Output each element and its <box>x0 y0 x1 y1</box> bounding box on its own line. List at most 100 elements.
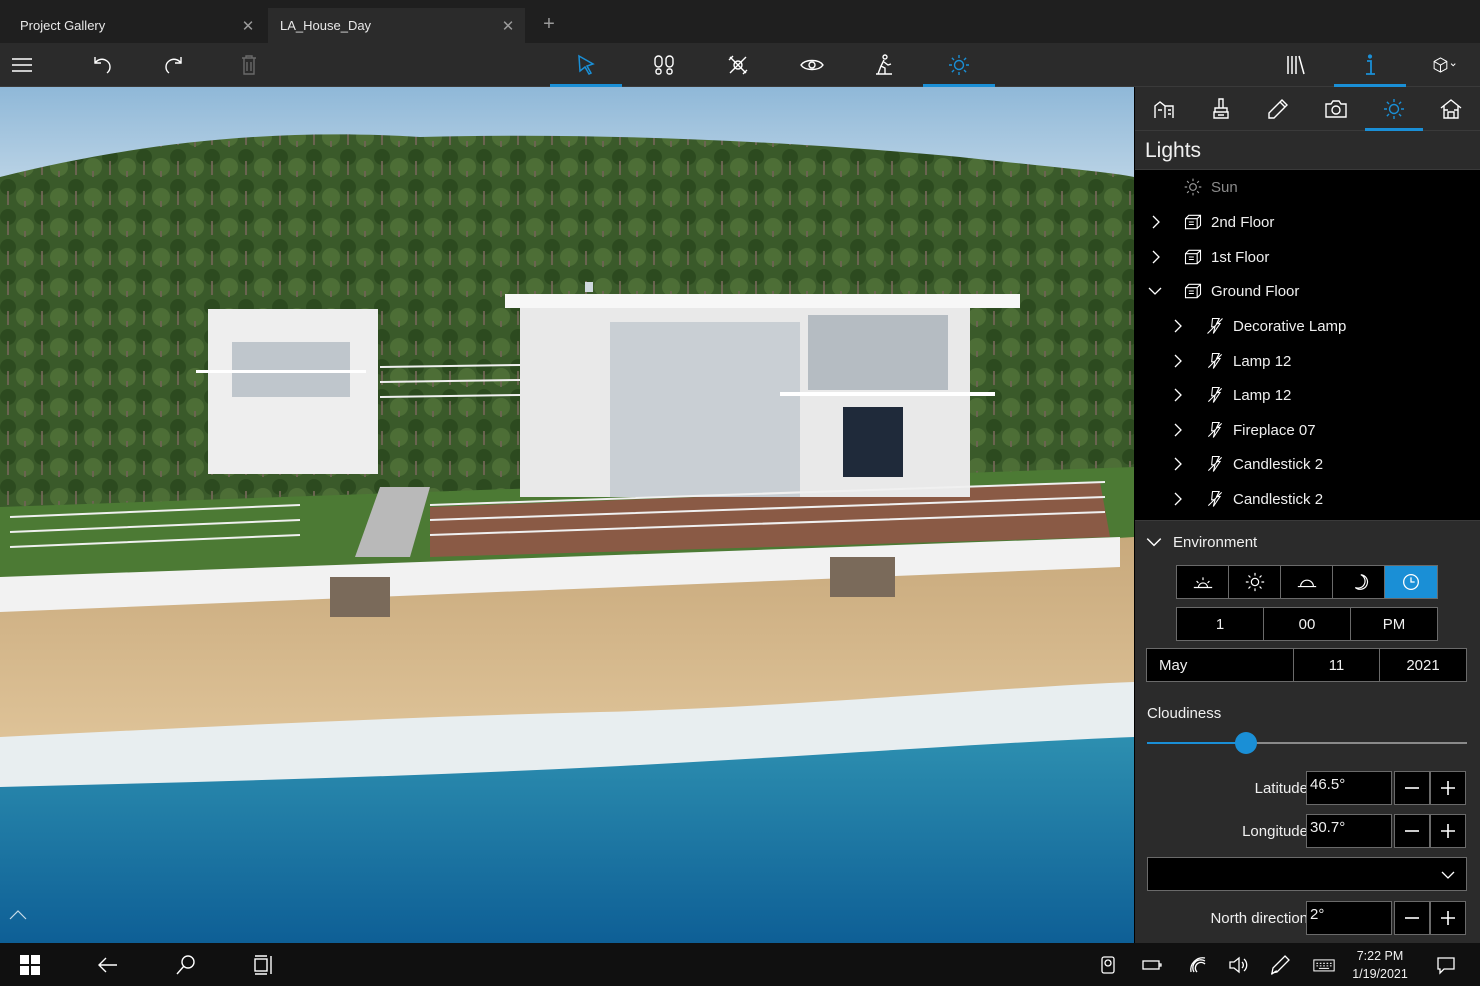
latitude-input[interactable]: 46.5° <box>1306 771 1392 805</box>
preset-sunrise-button[interactable] <box>1177 566 1229 598</box>
chevron-down-icon[interactable] <box>1147 283 1163 299</box>
floor-icon <box>1184 249 1202 265</box>
people-button[interactable] <box>1094 943 1122 986</box>
tools-button[interactable] <box>702 43 774 87</box>
latitude-increment-button[interactable] <box>1430 771 1466 805</box>
preset-custom-time-button[interactable] <box>1385 566 1437 598</box>
day-field[interactable]: 11 <box>1294 649 1380 681</box>
search-button[interactable] <box>156 943 216 986</box>
tab-house[interactable] <box>1422 87 1480 131</box>
wifi-icon <box>1190 956 1206 972</box>
minute-field[interactable]: 00 <box>1264 608 1351 640</box>
tree-item-candlestick-2[interactable]: Candlestick 2 <box>1135 482 1480 516</box>
tree-item-2nd-floor[interactable]: 2nd Floor <box>1135 205 1480 239</box>
north-increment-button[interactable] <box>1430 901 1466 935</box>
floor-icon <box>1184 214 1202 230</box>
walkthrough-button[interactable] <box>848 43 920 87</box>
taskbar-clock[interactable]: 7:22 PM 1/19/2021 <box>1340 947 1420 983</box>
redo-button[interactable] <box>138 43 210 87</box>
touch-keyboard-button[interactable] <box>1308 943 1340 986</box>
tab-edit[interactable] <box>1249 87 1307 131</box>
view-button[interactable] <box>776 43 848 87</box>
pen-workspace-button[interactable] <box>1266 943 1294 986</box>
tab-paint[interactable] <box>1192 87 1250 131</box>
chevron-right-icon[interactable] <box>1170 456 1186 472</box>
start-button[interactable] <box>0 943 60 986</box>
north-decrement-button[interactable] <box>1394 901 1430 935</box>
north-direction-input[interactable]: 2° <box>1306 901 1392 935</box>
chevron-right-icon[interactable] <box>1170 387 1186 403</box>
tree-item-label: 2nd Floor <box>1211 213 1275 231</box>
chevron-right-icon[interactable] <box>1148 249 1164 265</box>
tab-camera[interactable] <box>1307 87 1365 131</box>
tree-item-label: 1st Floor <box>1211 248 1270 266</box>
menu-button[interactable] <box>0 43 58 87</box>
chevron-right-icon[interactable] <box>1170 491 1186 507</box>
location-dropdown[interactable] <box>1147 857 1467 891</box>
month-field[interactable]: May <box>1147 649 1294 681</box>
latitude-decrement-button[interactable] <box>1394 771 1430 805</box>
new-tab-button[interactable]: + <box>535 10 563 38</box>
preset-night-button[interactable] <box>1333 566 1385 598</box>
preset-sunset-button[interactable] <box>1281 566 1333 598</box>
chevron-right-icon[interactable] <box>1170 318 1186 334</box>
lighting-button[interactable] <box>923 43 995 87</box>
ampm-field[interactable]: PM <box>1351 608 1437 640</box>
undo-button[interactable] <box>66 43 138 87</box>
cloudiness-slider[interactable] <box>1147 732 1467 754</box>
battery-button[interactable] <box>1138 943 1166 986</box>
scene-render <box>0 87 1134 943</box>
tree-item-label: Lamp 12 <box>1233 386 1292 404</box>
task-view-icon <box>254 954 272 975</box>
select-tool-button[interactable] <box>550 43 622 87</box>
task-view-button[interactable] <box>234 943 294 986</box>
properties-panel: Lights Sun 2nd Floor 1st Floor Ground Fl… <box>1135 87 1480 943</box>
preset-day-button[interactable] <box>1229 566 1281 598</box>
tab-close-icon[interactable]: ✕ <box>231 17 265 35</box>
redo-icon <box>165 57 182 74</box>
battery-icon <box>1142 959 1162 970</box>
tree-item-ground-floor[interactable]: Ground Floor <box>1135 274 1480 308</box>
environment-expander[interactable]: Environment <box>1145 533 1257 551</box>
network-button[interactable] <box>1184 943 1212 986</box>
cube-view-icon <box>1433 57 1456 73</box>
delete-button[interactable] <box>213 43 285 87</box>
library-button[interactable] <box>1260 43 1332 87</box>
tree-item-1st-floor[interactable]: 1st Floor <box>1135 240 1480 274</box>
longitude-decrement-button[interactable] <box>1394 814 1430 848</box>
paint-roller-icon <box>1213 98 1229 119</box>
chevron-right-icon[interactable] <box>1170 353 1186 369</box>
tab-la-house-day[interactable]: LA_House_Day ✕ <box>268 8 525 43</box>
action-center-button[interactable] <box>1430 943 1462 986</box>
tab-furniture[interactable] <box>1135 87 1193 131</box>
tree-item-decorative-lamp[interactable]: Decorative Lamp <box>1135 309 1480 343</box>
chevron-right-icon[interactable] <box>1170 422 1186 438</box>
year-field[interactable]: 2021 <box>1380 649 1466 681</box>
3d-viewport[interactable] <box>0 87 1134 943</box>
walk-person-icon <box>876 54 892 75</box>
hour-field[interactable]: 1 <box>1177 608 1264 640</box>
longitude-increment-button[interactable] <box>1430 814 1466 848</box>
longitude-input[interactable]: 30.7° <box>1306 814 1392 848</box>
tab-lights[interactable] <box>1365 87 1423 131</box>
chevron-right-icon[interactable] <box>1148 214 1164 230</box>
select-cursor-icon <box>578 54 595 75</box>
tree-item-lamp-12[interactable]: Lamp 12 <box>1135 344 1480 378</box>
volume-button[interactable] <box>1224 943 1252 986</box>
tab-project-gallery[interactable]: Project Gallery ✕ <box>8 8 265 43</box>
tree-item-sun[interactable]: Sun <box>1135 170 1480 204</box>
chevron-down-icon <box>1146 538 1162 547</box>
cloudiness-slider-thumb[interactable] <box>1235 732 1257 754</box>
tab-label: LA_House_Day <box>280 18 372 33</box>
tree-item-lamp-12[interactable]: Lamp 12 <box>1135 378 1480 412</box>
tab-close-icon[interactable]: ✕ <box>491 17 525 35</box>
plus-icon <box>1441 911 1455 925</box>
view-mode-dropdown[interactable] <box>1408 43 1480 87</box>
tree-item-candlestick-2[interactable]: Candlestick 2 <box>1135 447 1480 481</box>
tree-item-fireplace-07[interactable]: Fireplace 07 <box>1135 413 1480 447</box>
minus-icon <box>1405 917 1419 919</box>
footprints-button[interactable] <box>628 43 700 87</box>
back-button[interactable] <box>78 943 138 986</box>
camera-icon <box>1325 100 1347 118</box>
info-button[interactable] <box>1334 43 1406 87</box>
